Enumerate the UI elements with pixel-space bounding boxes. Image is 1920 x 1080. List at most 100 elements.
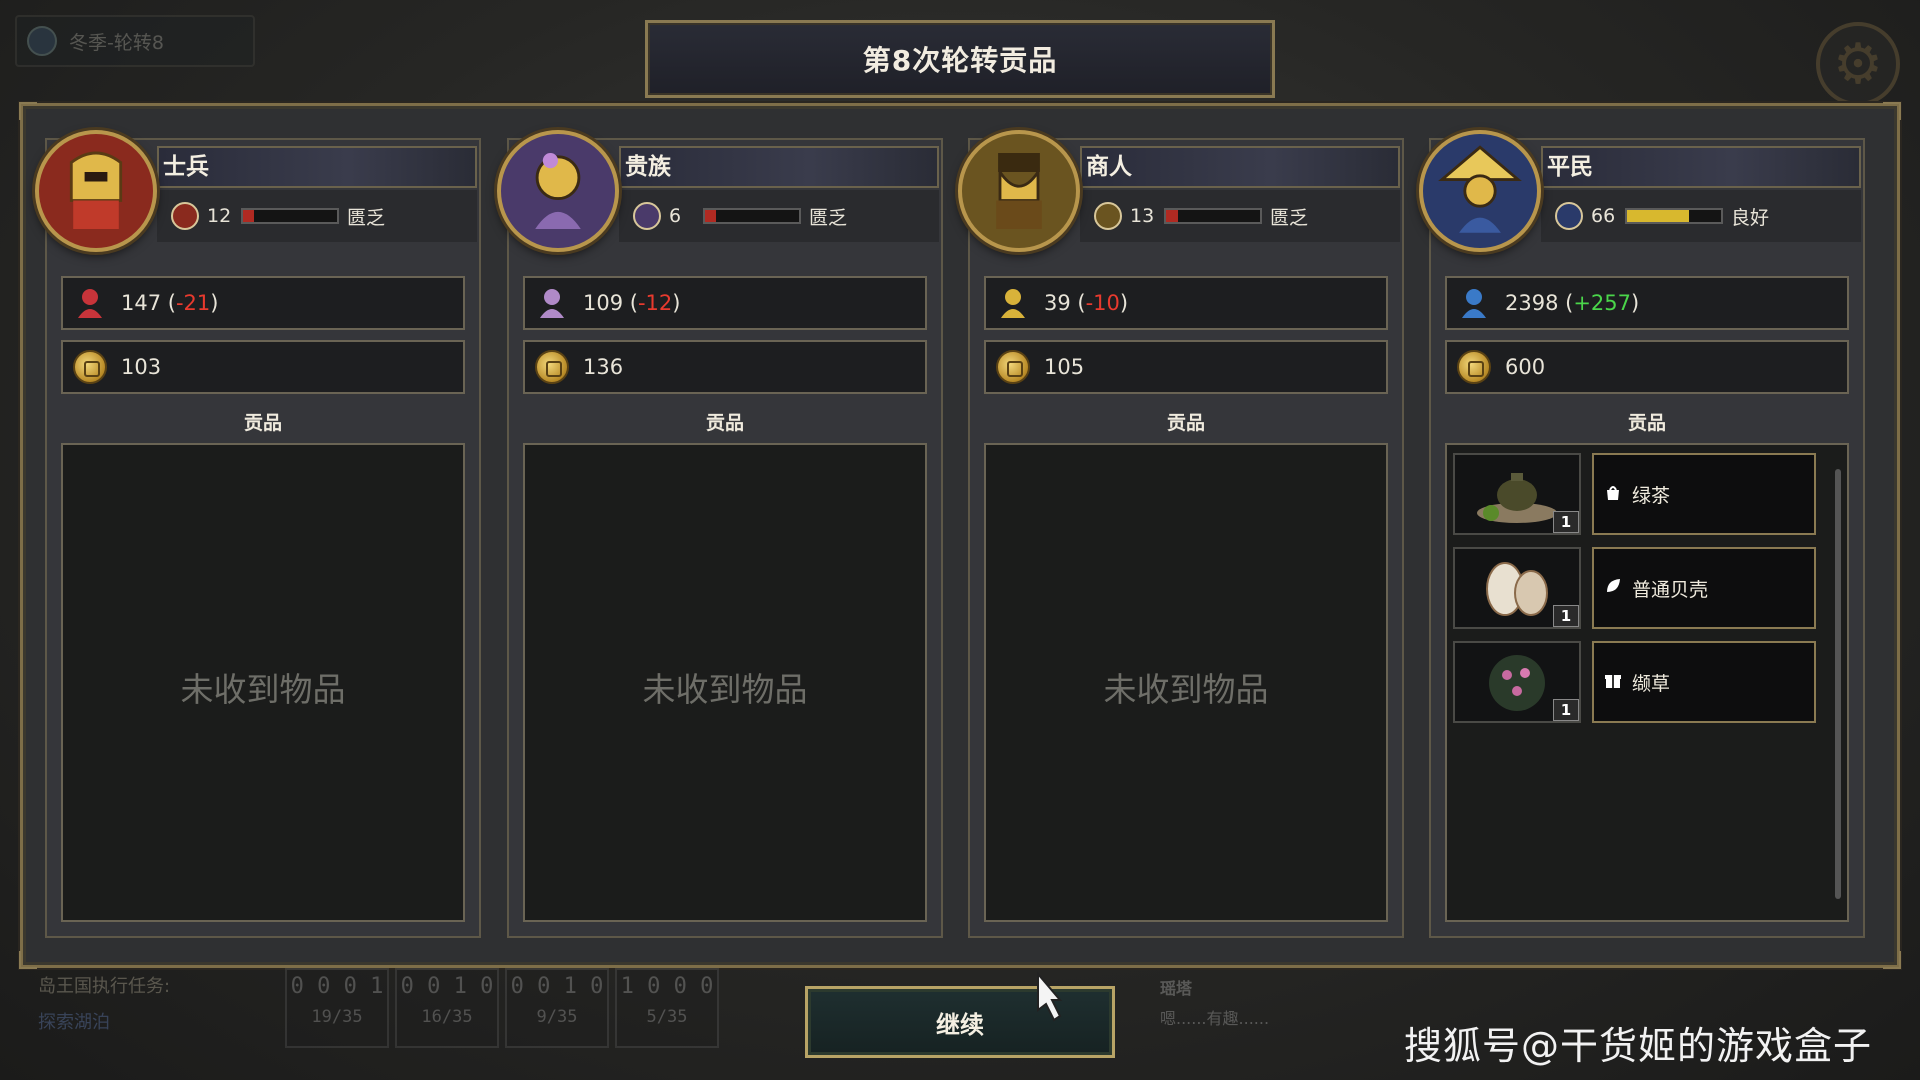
leaf-icon [1604, 577, 1622, 600]
gold-box: 105 [984, 340, 1388, 394]
tribute-title: 第8次轮转贡品 [645, 20, 1275, 98]
class-name: 贵族 [619, 146, 939, 188]
class-emblem-icon [497, 130, 619, 252]
advisor-name: 瑶塔 [1160, 979, 1193, 998]
class-name: 平民 [1541, 146, 1861, 188]
bag-icon [1604, 483, 1622, 506]
population-icon [73, 286, 107, 320]
happiness-row: 13 匮乏 [1080, 190, 1400, 242]
happiness-status: 匮乏 [1270, 206, 1309, 229]
item-scrollbar[interactable] [1835, 469, 1841, 899]
gold-value: 136 [583, 355, 624, 379]
handshake-icon [171, 202, 199, 230]
happiness-bar [1164, 208, 1262, 224]
class-name: 商人 [1080, 146, 1400, 188]
tribute-label: 贡品 [1627, 412, 1666, 434]
happiness-value: 66 [1591, 205, 1616, 227]
item-quantity: 1 [1553, 605, 1579, 627]
gold-box: 136 [523, 340, 927, 394]
gold-box: 600 [1445, 340, 1849, 394]
class-emblem-icon [35, 130, 157, 252]
coin-icon [1457, 350, 1491, 384]
item-label: 缬草 [1592, 641, 1816, 723]
task-label: 岛王国执行任务: [38, 976, 171, 997]
tribute-label: 贡品 [1166, 412, 1205, 434]
class-name: 士兵 [157, 146, 477, 188]
happiness-row: 6 匮乏 [619, 190, 939, 242]
population-icon [1457, 286, 1491, 320]
watermark-text: 搜狐号@干货姬的游戏盒子 [1403, 1024, 1872, 1068]
coin-icon [535, 350, 569, 384]
class-column: 士兵 12 匮乏 147 (-21) 103 贡品 未收到物品 [35, 130, 481, 938]
resource-counters: 0 0 0 1 19/35 0 0 1 0 16/35 0 0 1 0 9/35 1 0 0… [285, 968, 745, 1048]
population-text: 2398 (+257) [1505, 291, 1640, 315]
resource-counter: 0 0 1 0 16/35 [395, 968, 499, 1048]
tribute-items-area: 1 绿茶 1 普通贝壳 1 缬草 [1445, 443, 1849, 922]
happiness-status: 匮乏 [347, 206, 386, 229]
tribute-items-area: 未收到物品 [523, 443, 927, 922]
season-indicator: 冬季-轮转8 [15, 15, 255, 67]
item-quantity: 1 [1553, 511, 1579, 533]
happiness-row: 66 良好 [1541, 190, 1861, 242]
class-column: 贵族 6 匮乏 109 (-12) 136 贡品未收到物品 [497, 130, 943, 938]
no-items-text: 未收到物品 [642, 670, 808, 709]
gold-box: 103 [61, 340, 465, 394]
no-items-text: 未收到物品 [1103, 670, 1269, 709]
population-box: 109 (-12) [523, 276, 927, 330]
kingdom-task: 岛王国执行任务: 探索湖泊 [22, 968, 252, 1068]
gold-value: 105 [1044, 355, 1085, 379]
no-items-text: 未收到物品 [180, 670, 346, 709]
happiness-value: 12 [207, 205, 232, 227]
population-change: -10 [1085, 291, 1120, 315]
item-label: 普通贝壳 [1592, 547, 1816, 629]
happiness-value: 13 [1130, 205, 1155, 227]
task-name: 探索湖泊 [38, 1012, 110, 1033]
resource-counter: 0 0 1 0 9/35 [505, 968, 609, 1048]
advisor-note: 瑶塔 嗯......有趣...... [1160, 975, 1360, 1029]
gear-icon[interactable]: ⚙ [1816, 22, 1900, 106]
happiness-value: 6 [669, 205, 682, 227]
population-icon [535, 286, 569, 320]
season-icon [27, 26, 57, 56]
tribute-label: 贡品 [705, 412, 744, 434]
item-label: 绿茶 [1592, 453, 1816, 535]
class-emblem-icon [958, 130, 1080, 252]
population-change: +257 [1573, 291, 1632, 315]
tribute-item[interactable]: 1 普通贝壳 [1453, 547, 1818, 633]
population-text: 147 (-21) [121, 291, 219, 315]
happiness-bar [703, 208, 801, 224]
resource-counter: 1 0 0 0 5/35 [615, 968, 719, 1048]
population-change: -12 [637, 291, 673, 315]
happiness-row: 12 匮乏 [157, 190, 477, 242]
population-text: 39 (-10) [1044, 291, 1129, 315]
population-icon [996, 286, 1030, 320]
coin-icon [73, 350, 107, 384]
hand-cursor-icon [1037, 971, 1063, 1022]
population-box: 2398 (+257) [1445, 276, 1849, 330]
population-text: 109 (-12) [583, 291, 681, 315]
handshake-icon [1555, 202, 1583, 230]
tribute-items-area: 未收到物品 [61, 443, 465, 922]
happiness-bar [241, 208, 339, 224]
season-label: 冬季-轮转8 [69, 31, 164, 54]
tribute-panel: 士兵 12 匮乏 147 (-21) 103 贡品 未收到物品 贵族 6 匮乏 10… [19, 102, 1901, 969]
handshake-icon [633, 202, 661, 230]
gold-value: 103 [121, 355, 162, 379]
class-column: 商人 13 匮乏 39 (-10) 105 贡品未收到物品 [958, 130, 1404, 938]
item-quantity: 1 [1553, 699, 1579, 721]
happiness-status: 匮乏 [809, 206, 848, 229]
happiness-bar [1625, 208, 1723, 224]
class-emblem-icon [1419, 130, 1541, 252]
tribute-item[interactable]: 1 绿茶 [1453, 453, 1818, 539]
item-image: 1 [1453, 453, 1581, 535]
tribute-items-area: 未收到物品 [984, 443, 1388, 922]
population-change: -21 [175, 291, 211, 315]
population-box: 147 (-21) [61, 276, 465, 330]
handshake-icon [1094, 202, 1122, 230]
tribute-item[interactable]: 1 缬草 [1453, 641, 1818, 727]
population-box: 39 (-10) [984, 276, 1388, 330]
item-image: 1 [1453, 641, 1581, 723]
gold-value: 600 [1505, 355, 1546, 379]
advisor-text: 嗯......有趣...... [1160, 1009, 1270, 1028]
resource-counter: 0 0 0 1 19/35 [285, 968, 389, 1048]
